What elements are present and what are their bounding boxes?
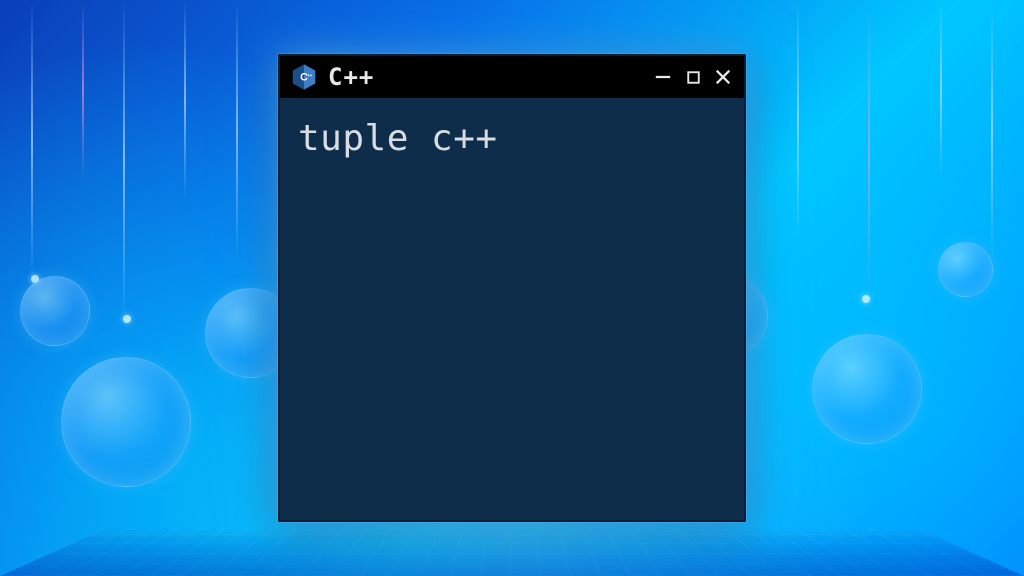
decor-circuit-line (123, 0, 125, 320)
decor-grid-floor (0, 528, 1024, 576)
svg-text:++: ++ (307, 73, 313, 78)
decor-circuit-line (797, 0, 799, 240)
decor-sphere (20, 276, 90, 346)
decor-circuit-line (940, 0, 942, 180)
terminal-window: C ++ C++ tuple c++ (278, 54, 746, 522)
close-button[interactable] (712, 66, 734, 88)
decor-sphere (812, 334, 922, 444)
decor-circuit-node (862, 295, 870, 303)
window-title: C++ (328, 63, 642, 91)
maximize-button[interactable] (682, 66, 704, 88)
decor-circuit-line (184, 0, 186, 200)
decor-circuit-node (123, 315, 131, 323)
decor-circuit-line (82, 0, 84, 180)
decor-circuit-line (236, 0, 238, 260)
window-controls (652, 66, 734, 88)
decor-circuit-line (31, 0, 33, 280)
terminal-content: tuple c++ (298, 118, 498, 159)
cpp-hexagon-icon: C ++ (290, 63, 318, 91)
decor-circuit-line (991, 0, 993, 260)
minimize-button[interactable] (652, 66, 674, 88)
terminal-body[interactable]: tuple c++ (280, 98, 744, 520)
decor-circuit-line (868, 0, 870, 300)
titlebar[interactable]: C ++ C++ (280, 56, 744, 98)
decor-sphere (61, 357, 191, 487)
decor-sphere (938, 242, 993, 297)
